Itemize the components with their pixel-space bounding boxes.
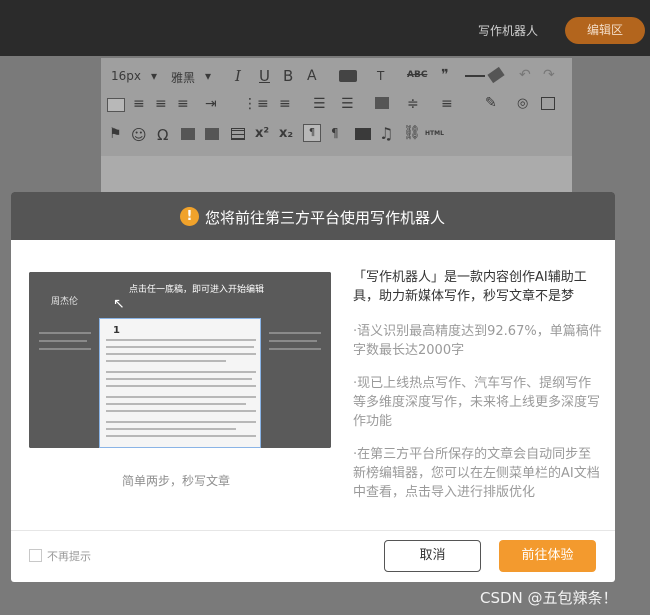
writing-robot-link[interactable]: 写作机器人 xyxy=(478,22,538,39)
text-line xyxy=(106,421,256,423)
text-line xyxy=(106,435,256,437)
align-center-icon[interactable]: ≡ xyxy=(133,96,145,112)
preview-screenshot: 周杰伦 ↖ 点击任一底稿，即可进入开始编辑 1 xyxy=(29,272,331,448)
list-style-icon[interactable]: ≡ xyxy=(441,96,453,112)
hr-icon[interactable] xyxy=(465,75,485,77)
editor-toolbar: 16px ▾ 雅黑 ▾ I U B A T ABC ❞ ↶ ↷ ≡ ≡ ≡ ⇥ … xyxy=(101,58,572,156)
chevron-down-icon[interactable]: ▾ xyxy=(205,69,211,83)
side-text-line xyxy=(39,348,91,350)
redo-icon[interactable]: ↷ xyxy=(543,67,555,83)
eraser-icon[interactable] xyxy=(487,66,505,84)
font-family-select[interactable]: 雅黑 xyxy=(171,69,195,86)
preview-document-page xyxy=(99,318,261,448)
third-party-dialog: ! 您将前往第三方平台使用写作机器人 周杰伦 ↖ 点击任一底稿，即可进入开始编辑… xyxy=(11,192,615,582)
emoji-icon[interactable]: ☺ xyxy=(131,126,147,144)
superscript-icon[interactable]: x² xyxy=(255,126,269,141)
text-line xyxy=(106,428,236,430)
feature-bullet: ·现已上线热点写作、汽车写作、提纲写作等多维度深度写作，未来将上线更多深度写作功… xyxy=(353,376,601,429)
subscript-icon[interactable]: x₂ xyxy=(279,126,293,141)
side-text-line xyxy=(269,348,321,350)
image-edit-icon[interactable] xyxy=(205,128,219,140)
font-size-select[interactable]: 16px xyxy=(111,69,141,83)
text-line xyxy=(106,403,246,405)
dont-show-again-checkbox[interactable] xyxy=(29,549,42,562)
text-line xyxy=(106,378,252,380)
side-text-line xyxy=(39,332,91,334)
side-text-line xyxy=(269,340,317,342)
chevron-down-icon[interactable]: ▾ xyxy=(151,69,157,83)
underline-icon[interactable]: U xyxy=(259,67,270,85)
side-text-line xyxy=(269,332,321,334)
ordered-list-icon[interactable]: ⋮≡ xyxy=(243,96,269,112)
image-icon[interactable] xyxy=(181,128,195,140)
italic-icon[interactable]: I xyxy=(235,67,241,85)
indent-icon[interactable]: ⇥ xyxy=(205,96,217,112)
link-icon[interactable]: ⛓ xyxy=(403,125,421,141)
go-experience-button[interactable]: 前往体验 xyxy=(499,540,596,572)
align-right-icon[interactable]: ≡ xyxy=(155,96,167,112)
cancel-button[interactable]: 取消 xyxy=(384,540,481,572)
line-height-icon[interactable]: ☰ xyxy=(313,96,326,112)
text-style-icon[interactable]: T xyxy=(377,69,384,83)
text-line xyxy=(106,339,256,341)
html-icon[interactable]: HTML xyxy=(425,130,444,137)
footer-divider xyxy=(11,530,615,531)
dialog-title: 您将前往第三方平台使用写作机器人 xyxy=(205,209,446,227)
text-line xyxy=(106,410,256,412)
paragraph-spacing-icon[interactable]: ☰ xyxy=(341,96,354,112)
quote-icon[interactable]: ❞ xyxy=(441,67,449,83)
feature-bullet: ·语义识别最高精度达到92.67%，单篇稿件字数最长达2000字 xyxy=(353,324,602,358)
text-line xyxy=(106,385,256,387)
text-line xyxy=(106,396,256,398)
align-left-icon[interactable] xyxy=(107,98,125,112)
omega-icon[interactable]: Ω xyxy=(157,126,168,144)
side-text-line xyxy=(39,340,87,342)
edit-area-button[interactable]: 编辑区 xyxy=(565,17,645,44)
watermark: CSDN @五包辣条！ xyxy=(480,589,618,607)
product-description: 「写作机器人」是一款内容创作AI辅助工具，助力新媒体写作，秒写文章不是梦 xyxy=(353,270,587,304)
bold-icon[interactable]: B xyxy=(283,67,293,85)
top-bar: 写作机器人 编辑区 xyxy=(0,0,650,56)
text-line xyxy=(106,371,256,373)
preview-caption: 简单两步，秒写文章 xyxy=(122,474,231,488)
stamp-icon[interactable]: ⚑ xyxy=(109,126,122,142)
strikethrough-icon[interactable]: ABC xyxy=(407,70,427,80)
bg-color-icon[interactable] xyxy=(339,70,357,82)
feature-bullet: ·在第三方平台所保存的文章会自动同步至新榜编辑器，您可以在左侧菜单栏的AI文档中… xyxy=(353,447,600,500)
search-icon[interactable]: ◎ xyxy=(517,96,528,111)
cursor-icon: ↖ xyxy=(113,296,125,312)
preview-icon[interactable] xyxy=(541,97,555,110)
undo-icon[interactable]: ↶ xyxy=(519,67,531,83)
text-line xyxy=(106,360,226,362)
ltr-icon[interactable]: ¶ xyxy=(303,124,321,142)
heading-icon[interactable] xyxy=(375,97,389,109)
music-icon[interactable]: ♫ xyxy=(379,124,393,143)
video-icon[interactable] xyxy=(355,128,371,140)
spacing-icon[interactable]: ≑ xyxy=(407,96,419,112)
preview-sidebar-title: 周杰伦 xyxy=(51,297,79,307)
unordered-list-icon[interactable]: ≡ xyxy=(279,96,291,112)
dialog-header: ! 您将前往第三方平台使用写作机器人 xyxy=(11,192,615,240)
table-icon[interactable] xyxy=(231,128,245,140)
warning-icon: ! xyxy=(180,207,199,226)
text-line xyxy=(106,346,254,348)
preview-page-number: 1 xyxy=(113,325,120,336)
font-color-icon[interactable]: A xyxy=(307,68,317,84)
rtl-icon[interactable]: ¶ xyxy=(331,126,339,140)
preview-hint: 点击任一底稿，即可进入开始编辑 xyxy=(129,285,265,295)
text-line xyxy=(106,353,256,355)
dont-show-again-label[interactable]: 不再提示 xyxy=(47,548,91,564)
justify-icon[interactable]: ≡ xyxy=(177,96,189,112)
format-brush-icon[interactable]: ✎ xyxy=(485,95,497,111)
